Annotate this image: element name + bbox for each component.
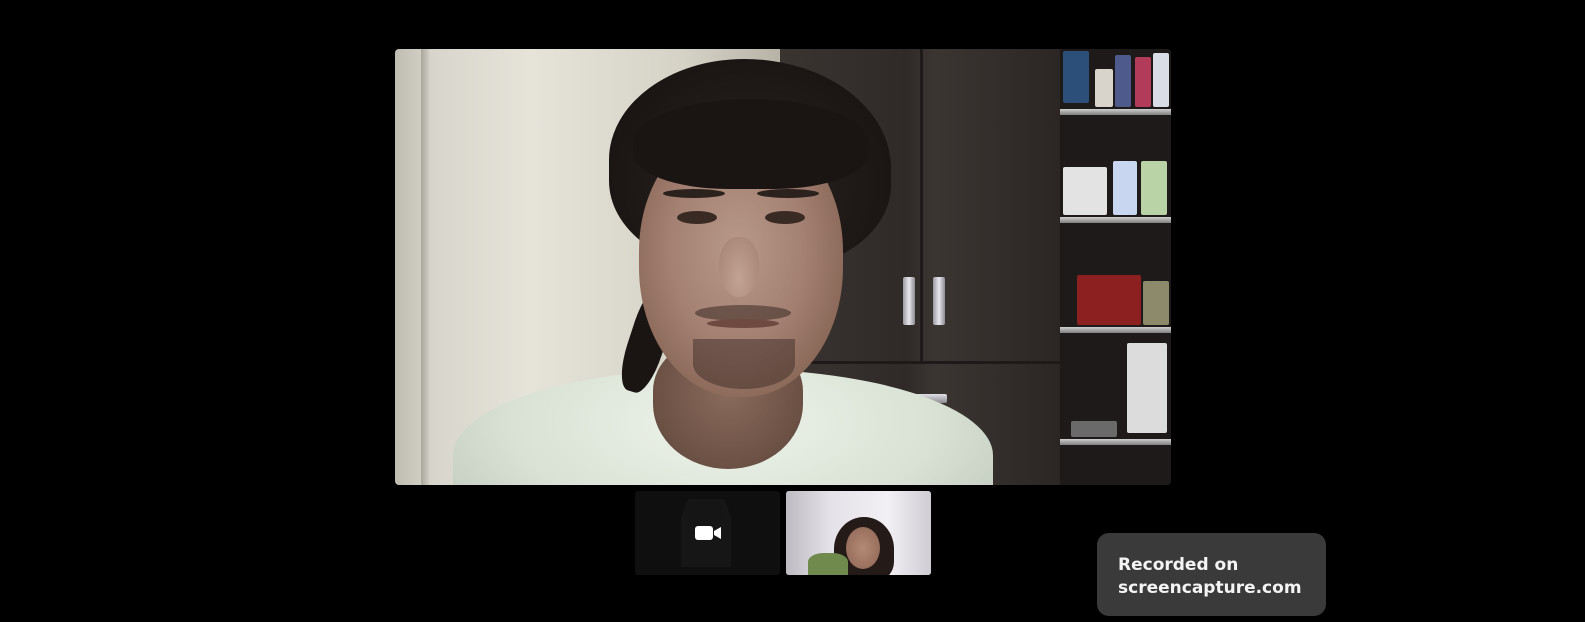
video-call-stage: Recorded on screencapture.com [0, 0, 1585, 622]
participant-hair-fringe [633, 99, 869, 189]
peer-face [846, 527, 880, 569]
feed-wardrobe-handle-right [933, 277, 945, 325]
feed-shelf-item [1141, 161, 1167, 215]
participant-mouth [707, 319, 779, 328]
feed-shelf-item [1135, 57, 1151, 107]
feed-shelf [1060, 327, 1171, 333]
feed-shelf [1060, 109, 1171, 115]
peer-foreground-object [808, 553, 848, 575]
feed-shelf-item [1127, 343, 1167, 433]
participant-eyebrow [757, 189, 819, 198]
feed-shelf-item [1113, 161, 1137, 215]
feed-wardrobe-divider [780, 361, 1060, 364]
recording-watermark: Recorded on screencapture.com [1097, 533, 1326, 616]
participant-beard [693, 339, 795, 389]
watermark-line-1: Recorded on [1118, 555, 1239, 575]
participant-eyebrow [663, 189, 725, 198]
feed-shelf-item [1063, 51, 1089, 103]
feed-shelf-item [1153, 53, 1169, 107]
feed-wardrobe-handle-left [903, 277, 915, 325]
watermark-line-2: screencapture.com [1118, 578, 1302, 598]
feed-shelf-item [1071, 421, 1117, 437]
participant-eye [765, 211, 805, 224]
feed-shelf [1060, 439, 1171, 445]
participant-nose [719, 237, 759, 297]
feed-door-frame [421, 49, 429, 485]
main-video-feed[interactable] [395, 49, 1171, 485]
feed-shelf-item [1077, 275, 1141, 325]
feed-wardrobe-split [920, 49, 923, 364]
feed-shelf-item [1143, 281, 1169, 325]
video-camera-icon [695, 526, 721, 540]
self-view-thumbnail[interactable] [635, 491, 780, 575]
feed-shelf-item [1115, 55, 1131, 107]
peer-video-thumbnail[interactable] [786, 491, 931, 575]
feed-shelf-item [1063, 167, 1107, 215]
feed-shelf-item [1095, 69, 1113, 107]
participant-eye [677, 211, 717, 224]
feed-shelf [1060, 217, 1171, 223]
